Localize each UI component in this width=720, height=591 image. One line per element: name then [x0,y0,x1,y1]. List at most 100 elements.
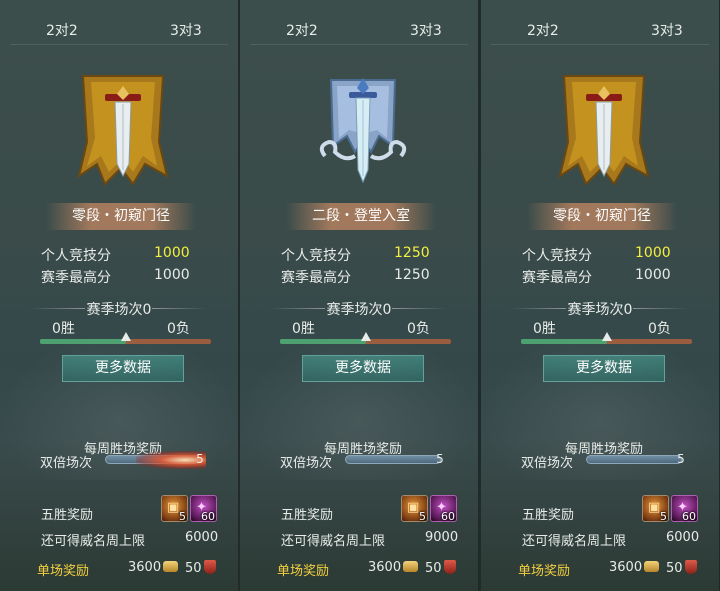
single-shield-value: 50 [185,561,202,576]
weekly-limit-value: 6000 [666,530,700,545]
win-loss-marker-icon [120,332,131,341]
shield-icon [203,560,216,574]
tab-2v2[interactable]: 2对2 [46,20,78,40]
weekly-limit-value: 9000 [425,530,459,545]
coin-icon [644,561,660,572]
reward-chest-icon[interactable]: ▣ 5 [642,495,669,523]
coin-icon [403,561,419,572]
season-high-value: 1000 [635,267,671,283]
season-high-label: 赛季最高分 [522,270,592,286]
personal-score-label: 个人竞技分 [522,248,592,264]
single-shield-reward: 50 [425,560,456,576]
single-shield-reward: 50 [666,560,697,576]
double-count-badge: 5 [430,451,450,468]
reward-gem-count: 60 [201,510,215,523]
double-count-badge: 5 [671,451,691,468]
chest-glyph-icon: ▣ [648,500,661,515]
reward-gem-count: 60 [441,510,455,523]
coin-icon [163,561,179,572]
season-matches: 赛季场次0 [481,299,719,319]
single-coin-reward: 3600 [368,560,419,575]
double-matches-label: 双倍场次 [40,456,93,471]
single-coin-reward: 3600 [128,560,179,575]
wins-count: 0胜 [292,321,315,337]
reward-gem-icon[interactable]: ✦ 60 [671,495,698,523]
single-reward-label: 单场奖励 [518,564,571,579]
shield-icon [684,560,697,574]
single-shield-value: 50 [666,561,683,576]
season-high-value: 1000 [154,267,190,283]
season-high-value: 1250 [394,267,430,283]
more-data-button[interactable]: 更多数据 [62,355,184,382]
tab-2v2[interactable]: 2对2 [286,20,318,40]
personal-score-value: 1000 [154,245,190,261]
tab-3v3[interactable]: 3对3 [410,20,442,40]
weekly-limit-value: 6000 [185,530,219,545]
single-reward-label: 单场奖励 [37,564,90,579]
season-matches: 赛季场次0 [240,299,478,319]
reward-chest-icon[interactable]: ▣ 5 [401,495,428,523]
personal-score-value: 1000 [635,245,671,261]
panel-divider [238,0,240,591]
tab-divider [491,44,709,45]
double-count-badge: 5 [190,451,210,468]
title-wing-left [511,308,566,309]
reward-chest-count: 5 [419,510,426,523]
tab-3v3[interactable]: 3对3 [170,20,202,40]
mode-tabs: 2对2 3对3 [481,0,719,44]
mode-tabs: 2对2 3对3 [0,0,238,44]
rank-name: 零段・初窥门径 [527,203,677,230]
season-high-label: 赛季最高分 [281,270,351,286]
reward-chest-count: 5 [660,510,667,523]
rank-panel: 2对2 3对3 零段・初窥门径 个人竞技分 1000 赛季最高分 1000 赛季… [0,0,238,591]
wins-count: 0胜 [52,321,75,337]
win-loss-bar [40,332,211,344]
win-loss-bar-fill [521,339,607,344]
tab-2v2[interactable]: 2对2 [527,20,559,40]
tab-divider [250,44,468,45]
single-coin-value: 3600 [128,560,162,575]
rank-name: 二段・登堂入室 [286,203,436,230]
personal-score-label: 个人竞技分 [41,248,111,264]
mode-tabs: 2对2 3对3 [240,0,478,44]
double-matches-bar [586,455,682,464]
title-wing-right [633,308,688,309]
double-matches-bar [345,455,441,464]
reward-chest-count: 5 [179,510,186,523]
rank-name: 零段・初窥门径 [46,203,196,230]
reward-chest-icon[interactable]: ▣ 5 [161,495,188,523]
personal-score-value: 1250 [394,245,430,261]
five-win-reward-label: 五胜奖励 [281,508,334,523]
wins-count: 0胜 [533,321,556,337]
panel-divider [479,0,481,591]
single-coin-value: 3600 [368,560,402,575]
title-wing-right [392,308,447,309]
win-loss-bar [521,332,692,344]
chest-glyph-icon: ▣ [167,500,180,515]
double-matches-bar [105,451,206,469]
bronze-sword-banner-icon [556,72,652,190]
reward-gem-icon[interactable]: ✦ 60 [190,495,217,523]
single-reward-label: 单场奖励 [277,564,330,579]
tab-3v3[interactable]: 3对3 [651,20,683,40]
win-loss-bar-fill [40,339,126,344]
season-matches-text: 赛季场次0 [326,302,392,318]
double-matches-label: 双倍场次 [280,456,333,471]
more-data-button[interactable]: 更多数据 [543,355,665,382]
rank-panel: 2对2 3对3 二段・登堂入室 个人竞技分 1250 赛季最高分 1250 赛季… [240,0,478,591]
five-win-reward-label: 五胜奖励 [41,508,94,523]
season-matches-text: 赛季场次0 [567,302,633,318]
title-wing-right [152,308,207,309]
win-loss-bar [280,332,451,344]
rank-panel: 2对2 3对3 零段・初窥门径 个人竞技分 1000 赛季最高分 1000 赛季… [481,0,719,591]
single-coin-value: 3600 [609,560,643,575]
weekly-limit-label: 还可得威名周上限 [522,534,627,549]
win-loss-marker-icon [601,332,612,341]
reward-gem-icon[interactable]: ✦ 60 [430,495,457,523]
title-wing-left [270,308,325,309]
double-matches-label: 双倍场次 [521,456,574,471]
reward-gem-count: 60 [682,510,696,523]
five-win-reward-label: 五胜奖励 [522,508,575,523]
tab-divider [10,44,228,45]
more-data-button[interactable]: 更多数据 [302,355,424,382]
